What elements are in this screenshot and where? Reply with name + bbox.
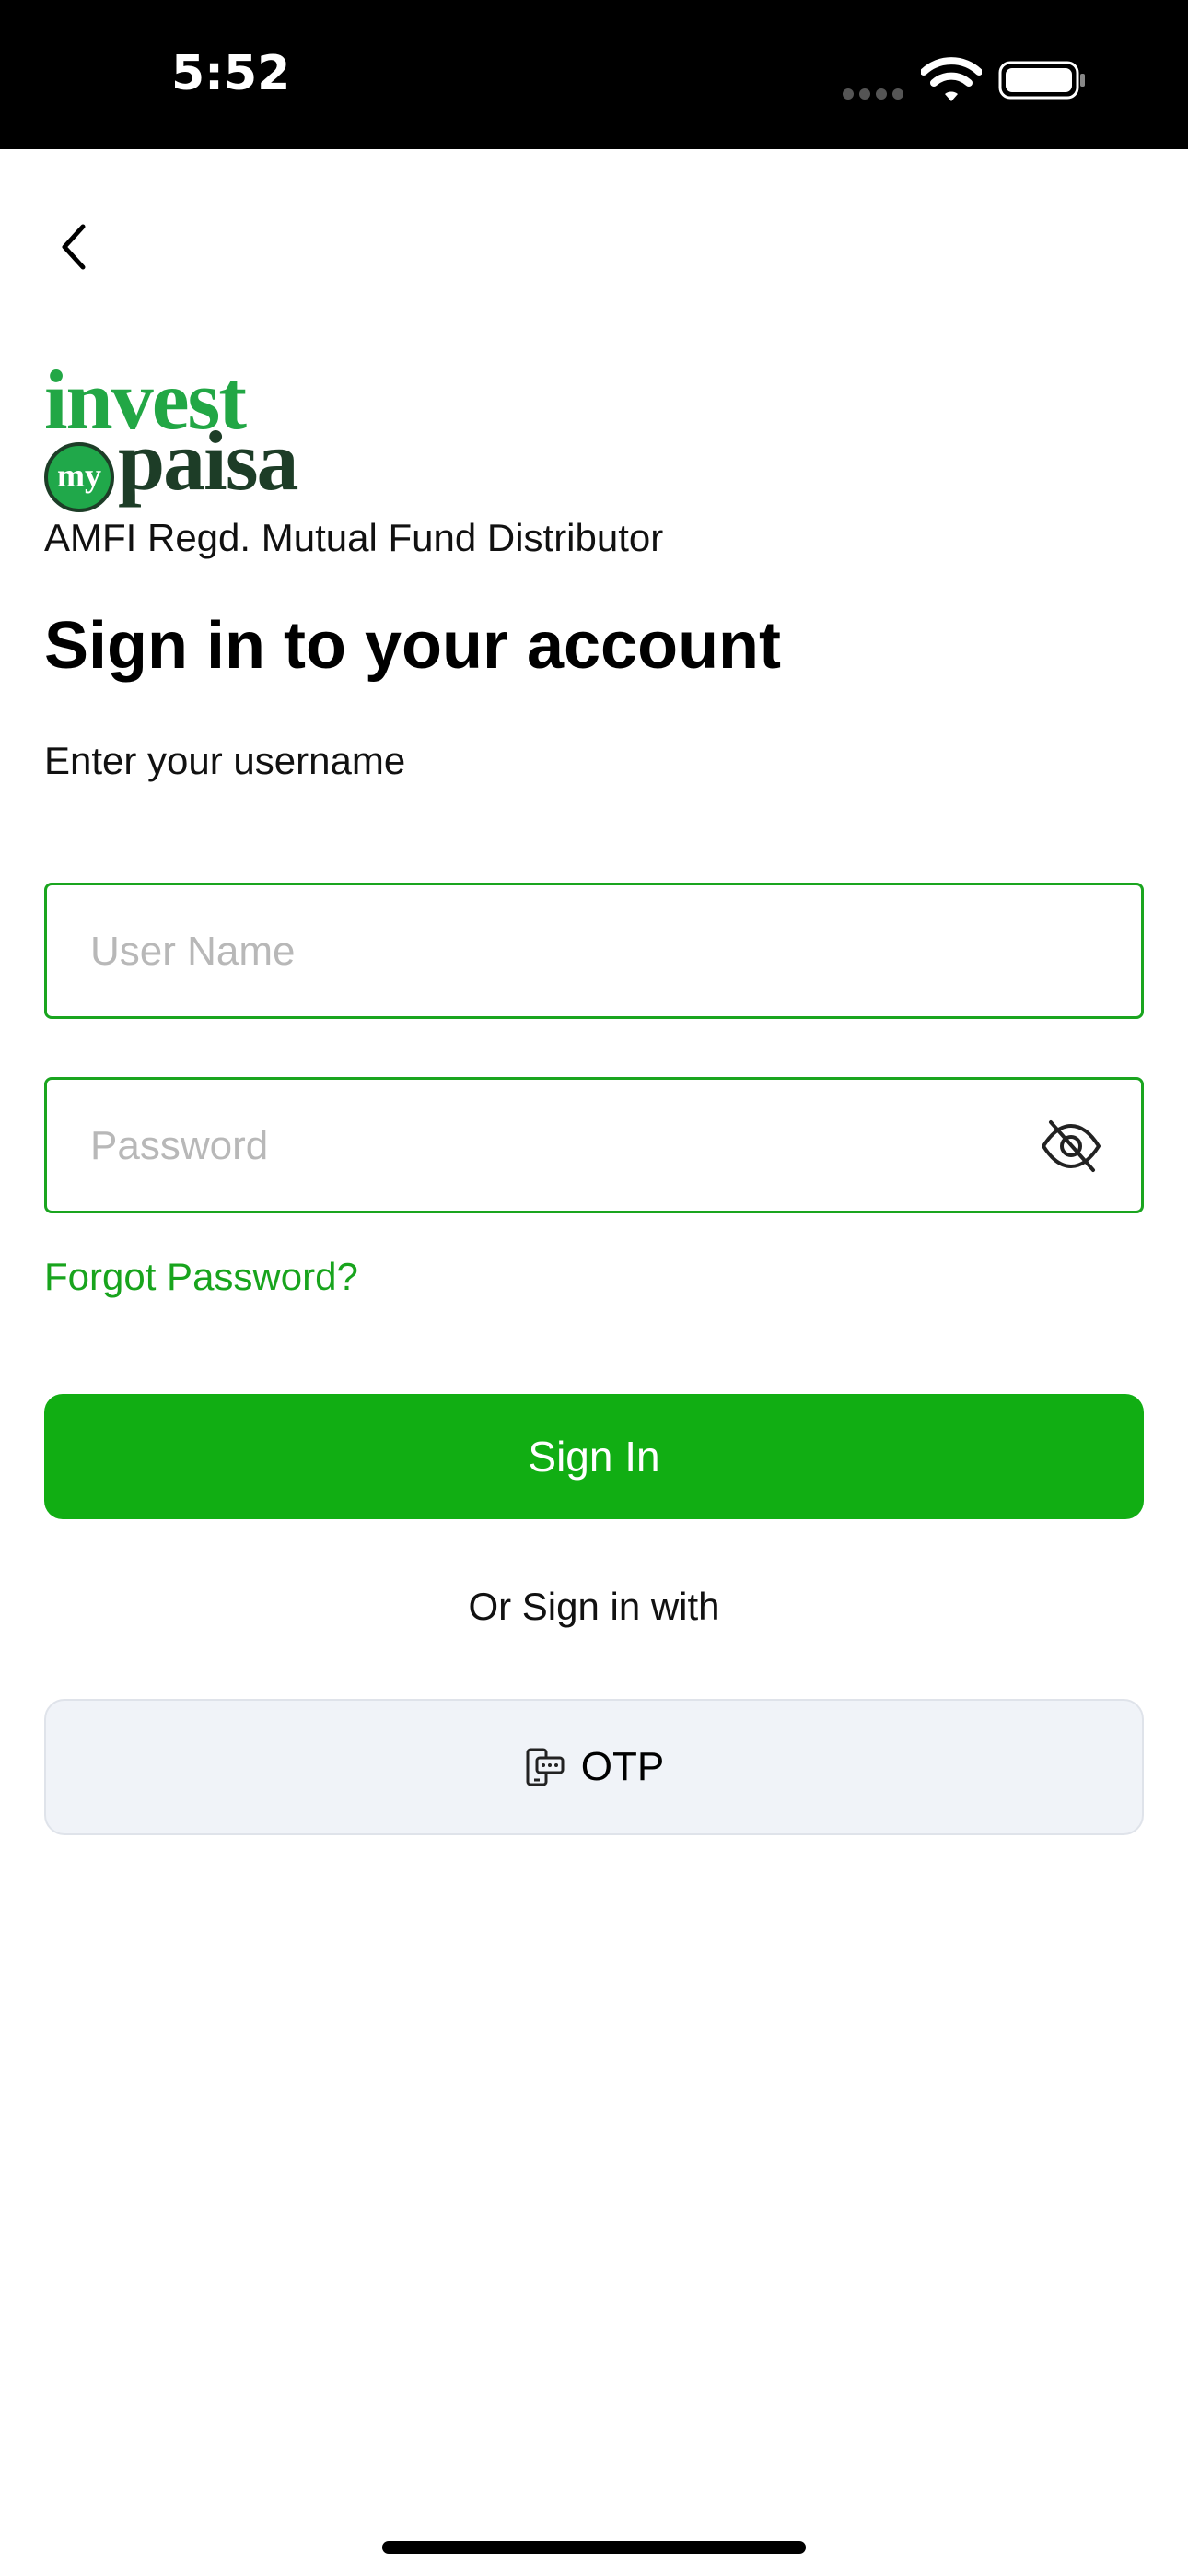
password-visibility-toggle[interactable] <box>1038 1117 1104 1176</box>
password-field[interactable] <box>44 1077 1144 1213</box>
battery-icon <box>998 61 1085 100</box>
forgot-password-link[interactable]: Forgot Password? <box>44 1255 358 1299</box>
username-field[interactable] <box>44 883 1144 1019</box>
phone-otp-icon <box>526 1748 565 1786</box>
back-button[interactable] <box>37 210 111 284</box>
wifi-icon <box>921 57 982 101</box>
status-bar: 5:52 <box>0 0 1188 149</box>
page-subtitle: Enter your username <box>44 739 406 782</box>
logo-text-my: my <box>57 457 101 494</box>
password-input[interactable] <box>88 1080 1013 1212</box>
home-indicator[interactable] <box>382 2541 806 2554</box>
or-sign-in-with-text: Or Sign in with <box>468 1585 720 1628</box>
sign-in-label: Sign In <box>528 1433 660 1481</box>
cellular-dots-icon <box>843 88 903 100</box>
eye-slash-icon <box>1042 1120 1101 1172</box>
chevron-left-icon <box>62 224 86 270</box>
logo-coin: my <box>44 442 114 512</box>
tagline: AMFI Regd. Mutual Fund Distributor <box>44 516 664 559</box>
logo-text-paisa: paisa <box>118 414 299 508</box>
investmypaisa-logo: invest my paisa <box>44 353 320 512</box>
status-time: 5:52 <box>171 46 291 101</box>
otp-sign-in-button[interactable]: OTP <box>44 1699 1144 1835</box>
page-title: Sign in to your account <box>44 609 782 683</box>
sign-in-button[interactable]: Sign In <box>44 1394 1144 1519</box>
username-input[interactable] <box>88 885 1013 1018</box>
otp-label: OTP <box>580 1744 665 1789</box>
